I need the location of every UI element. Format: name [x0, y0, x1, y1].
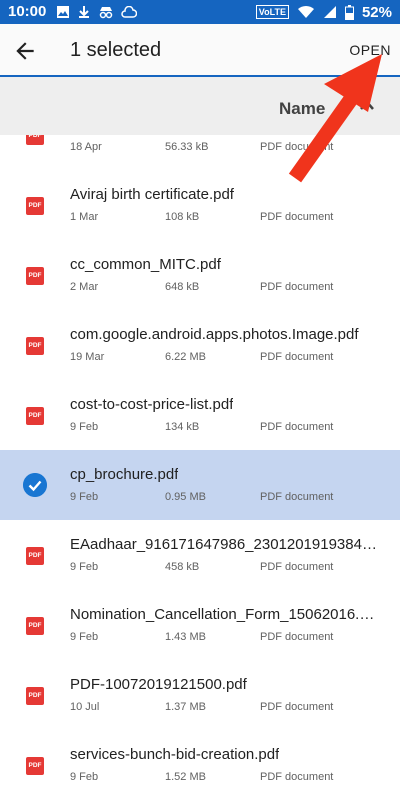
sort-bar: Name [0, 77, 400, 135]
pdf-file-icon: PDF [26, 135, 44, 145]
file-row[interactable]: PDF com.google.android.apps.photos.Image… [0, 310, 400, 380]
file-name: Nomination_Cancellation_Form_15062016.… [70, 606, 375, 623]
file-row[interactable]: PDF PDF-10072019121500.pdf 10 Jul 1.37 M… [0, 660, 400, 730]
file-date: 19 Mar [70, 351, 105, 363]
incognito-notification-icon [99, 7, 113, 19]
file-name: cost-to-cost-price-list.pdf [70, 396, 234, 413]
file-date: 18 Apr [70, 141, 102, 153]
file-row[interactable]: PDF Aviraj birth certificate.pdf 1 Mar 1… [0, 170, 400, 240]
file-row[interactable]: PDF cost-to-cost-price-list.pdf 9 Feb 13… [0, 380, 400, 450]
file-name: Aviraj birth certificate.pdf [70, 186, 234, 203]
file-type: PDF document [260, 421, 334, 433]
file-name: cc_common_MITC.pdf [70, 256, 221, 273]
notification-icons [56, 4, 137, 20]
file-date: 2 Mar [70, 281, 99, 293]
selection-count-title: 1 selected [70, 39, 162, 61]
system-icons: VoLTE 52% [255, 2, 392, 22]
image-notification-icon [57, 6, 69, 18]
pdf-file-icon: PDF [26, 407, 44, 425]
file-type: PDF document [260, 561, 334, 573]
selection-app-bar: 1 selected OPEN [0, 24, 400, 77]
pdf-file-icon: PDF [26, 687, 44, 705]
file-type: PDF document [260, 281, 334, 293]
file-date: 1 Mar [70, 211, 99, 223]
volte-badge: VoLTE [255, 5, 289, 19]
file-row-selected[interactable]: cp_brochure.pdf 9 Feb 0.95 MB PDF docume… [0, 450, 400, 520]
file-date: 9 Feb [70, 421, 99, 433]
file-size: 1.37 MB [165, 701, 206, 713]
pdf-file-icon: PDF [26, 617, 44, 635]
file-size: 1.52 MB [165, 771, 206, 783]
file-size: 6.22 MB [165, 351, 206, 363]
file-list: PDF 18 Apr 56.33 kB PDF document PDF Avi… [0, 135, 400, 800]
file-size: 108 kB [165, 211, 200, 223]
cloud-notification-icon [121, 6, 137, 18]
file-type: PDF document [260, 351, 334, 363]
file-type: PDF document [260, 701, 334, 713]
download-notification-icon [79, 6, 89, 18]
back-arrow-icon[interactable] [12, 38, 38, 64]
file-size: 134 kB [165, 421, 200, 433]
file-type: PDF document [260, 631, 334, 643]
pdf-file-icon: PDF [26, 757, 44, 775]
file-date: 10 Jul [70, 701, 100, 713]
signal-icon [323, 6, 336, 18]
battery-percent: 52% [361, 3, 392, 21]
pdf-file-icon: PDF [26, 547, 44, 565]
file-row[interactable]: PDF 18 Apr 56.33 kB PDF document [0, 135, 400, 170]
file-name: EAadhaar_916171647986_2301201919384… [70, 536, 377, 553]
file-size: 0.95 MB [165, 491, 206, 503]
file-type: PDF document [260, 211, 334, 223]
file-size: 1.43 MB [165, 631, 206, 643]
battery-icon [344, 4, 354, 20]
pdf-file-icon: PDF [26, 267, 44, 285]
pdf-file-icon: PDF [26, 337, 44, 355]
status-time: 10:00 [8, 3, 47, 20]
check-circle-icon [23, 473, 47, 497]
file-date: 9 Feb [70, 561, 99, 573]
file-size: 56.33 kB [165, 141, 209, 153]
open-button[interactable]: OPEN [349, 42, 391, 58]
file-name: services-bunch-bid-creation.pdf [70, 746, 280, 763]
status-bar: 10:00 VoLTE 52% [0, 0, 400, 24]
sort-by-name-button[interactable]: Name [279, 99, 325, 119]
file-size: 458 kB [165, 561, 200, 573]
file-date: 9 Feb [70, 631, 99, 643]
file-name: PDF-10072019121500.pdf [70, 676, 247, 693]
file-date: 9 Feb [70, 771, 99, 783]
file-name: com.google.android.apps.photos.Image.pdf [70, 326, 359, 343]
file-date: 9 Feb [70, 491, 99, 503]
wifi-icon [297, 5, 314, 18]
file-name: cp_brochure.pdf [70, 466, 179, 483]
file-type: PDF document [260, 491, 334, 503]
file-row[interactable]: PDF EAadhaar_916171647986_2301201919384…… [0, 520, 400, 590]
file-size: 648 kB [165, 281, 200, 293]
file-row[interactable]: PDF Nomination_Cancellation_Form_1506201… [0, 590, 400, 660]
file-type: PDF document [260, 771, 334, 783]
sort-direction-icon[interactable] [358, 97, 376, 115]
pdf-file-icon: PDF [26, 197, 44, 215]
file-row[interactable]: PDF cc_common_MITC.pdf 2 Mar 648 kB PDF … [0, 240, 400, 310]
file-row[interactable]: PDF services-bunch-bid-creation.pdf 9 Fe… [0, 730, 400, 800]
file-type: PDF document [260, 141, 334, 153]
